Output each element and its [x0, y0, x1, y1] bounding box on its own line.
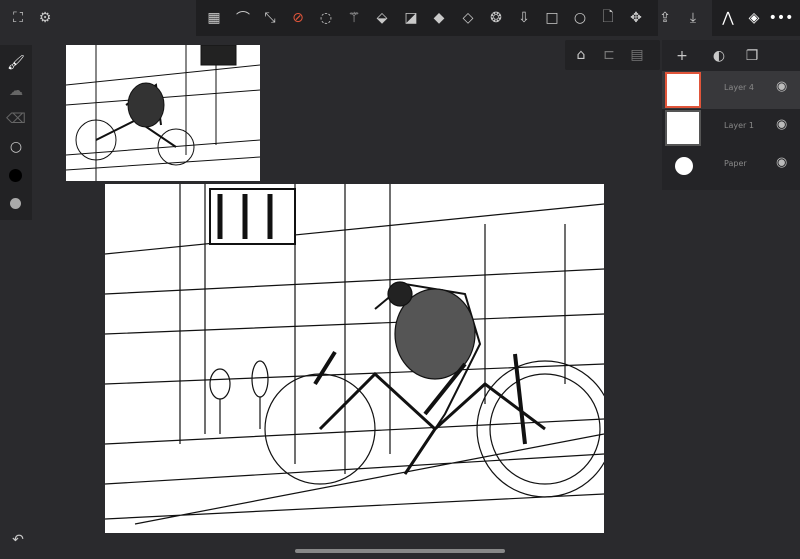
transform-icon[interactable]: ⤡	[259, 7, 281, 29]
sub-toolbar: ⌂ ⊏ ▤	[565, 40, 660, 70]
layer-name: Paper	[724, 159, 747, 168]
paper-color-swatch	[675, 157, 693, 175]
perspective-grid-icon[interactable]: ▦	[203, 7, 225, 29]
reference-image[interactable]	[66, 45, 260, 181]
layers-panel: + ◐ ❐ Layer 4 ◉ Layer 1 ◉ Paper ◉	[662, 40, 800, 190]
eye-icon[interactable]: ◉	[776, 155, 787, 170]
layer-name: Layer 4	[724, 83, 754, 92]
curve-icon[interactable]: ⌒	[232, 7, 254, 29]
top-right-toolbar: ⋀ ◈ •••	[712, 0, 800, 36]
share-icon[interactable]: ⇪	[654, 7, 676, 29]
left-toolbar: 🖌 ☁ ⌫ ○	[0, 45, 32, 220]
eye-icon[interactable]: ◉	[776, 79, 787, 94]
rectangle-icon[interactable]: □	[541, 7, 563, 29]
main-toolbar: ▦ ⌒ ⤡ ⊘ ◌ ⚚ ⬙ ◪ ◆ ◇ ❂ ⇩ □ ○ 🗋 ✥ ⇪	[196, 0, 671, 36]
move-icon[interactable]: ✥	[625, 7, 647, 29]
brush-size-icon[interactable]: ○	[5, 136, 27, 158]
drawing-canvas[interactable]	[105, 184, 604, 533]
blend-icon[interactable]: ◐	[708, 45, 730, 67]
layer-thumbnail	[665, 110, 701, 146]
smudge-icon[interactable]: ☁	[5, 80, 27, 102]
opacity-control[interactable]	[10, 198, 21, 209]
gear-icon[interactable]: ⚙	[34, 7, 56, 29]
ruler-icon[interactable]: ⋀	[717, 7, 739, 29]
fill-icon[interactable]: ⬙	[371, 7, 393, 29]
layer-thumbnail	[665, 72, 701, 108]
spiral-icon[interactable]: ❂	[485, 7, 507, 29]
more-icon[interactable]: •••	[769, 7, 794, 29]
ellipse-icon[interactable]: ○	[569, 7, 591, 29]
import-icon[interactable]: ⇩	[513, 7, 535, 29]
layers-icon[interactable]: ◈	[743, 7, 765, 29]
snap-icon[interactable]: ⊏	[598, 44, 620, 66]
download-icon[interactable]: ⤓	[682, 7, 704, 29]
duplicate-icon[interactable]: ❐	[741, 45, 763, 67]
undo-icon[interactable]: ↶	[7, 529, 29, 551]
lasso-icon[interactable]: ◌	[315, 7, 337, 29]
layer-row[interactable]: Layer 4 ◉	[662, 71, 800, 109]
shape-fill-icon[interactable]: ◆	[428, 7, 450, 29]
layer-name: Layer 1	[724, 121, 754, 130]
page-icon[interactable]: 🗋	[597, 7, 619, 29]
compass-icon[interactable]: ⊘	[287, 7, 309, 29]
fullscreen-icon[interactable]: ⛶	[7, 7, 29, 29]
gradient-icon[interactable]: ◪	[400, 7, 422, 29]
sketch-artwork	[105, 184, 604, 525]
add-layer-icon[interactable]: +	[671, 45, 693, 67]
perspective-icon[interactable]: ⌂	[570, 44, 592, 66]
eye-icon[interactable]: ◉	[776, 117, 787, 132]
layer-row[interactable]: Paper ◉	[662, 147, 800, 185]
magic-wand-icon[interactable]: ⚚	[343, 7, 365, 29]
layer-row[interactable]: Layer 1 ◉	[662, 109, 800, 147]
eraser-icon[interactable]: ⌫	[5, 108, 27, 130]
home-indicator	[295, 549, 505, 553]
grid-settings-icon[interactable]: ▤	[626, 44, 648, 66]
brush-icon[interactable]: 🖌	[5, 52, 27, 74]
reference-sketch	[66, 45, 260, 181]
symmetry-icon[interactable]: ◇	[457, 7, 479, 29]
color-swatch[interactable]	[9, 169, 22, 182]
